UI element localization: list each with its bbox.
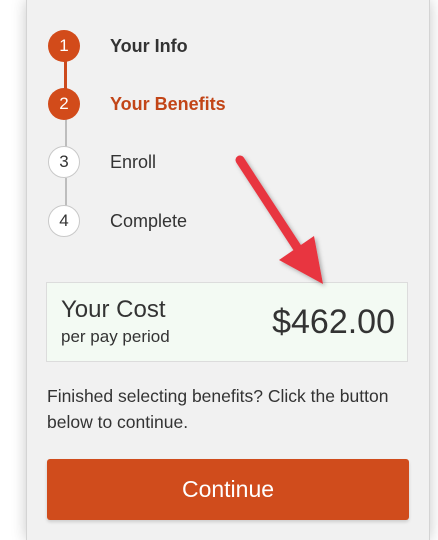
step-progress: 1 Your Info 2 Your Benefits 3 Enroll 4 C… — [27, 0, 429, 260]
step-your-info[interactable]: 1 Your Info — [48, 29, 188, 63]
cost-title: Your Cost — [61, 296, 166, 323]
continue-button[interactable]: Continue — [47, 459, 409, 520]
step-label-your-benefits: Your Benefits — [110, 93, 226, 114]
step-enroll[interactable]: 3 Enroll — [48, 145, 156, 179]
step-label-complete: Complete — [110, 210, 188, 231]
step-complete[interactable]: 4 Complete — [48, 204, 187, 238]
step-your-benefits[interactable]: 2 Your Benefits — [48, 87, 226, 121]
step-number-2: 2 — [48, 88, 80, 120]
cost-subtitle: per pay period — [61, 327, 170, 346]
cost-amount: $462.00 — [272, 303, 395, 341]
step-number-3: 3 — [48, 146, 80, 178]
cost-summary-box: Your Cost per pay period $462.00 — [46, 282, 408, 362]
step-label-your-info: Your Info — [110, 35, 188, 56]
enrollment-sidebar-panel: 1 Your Info 2 Your Benefits 3 Enroll 4 C… — [26, 0, 430, 540]
step-number-1: 1 — [48, 30, 80, 62]
step-number-4: 4 — [48, 205, 80, 237]
finish-instructions: Finished selecting benefits? Click the b… — [47, 386, 389, 432]
step-label-enroll: Enroll — [110, 151, 157, 172]
